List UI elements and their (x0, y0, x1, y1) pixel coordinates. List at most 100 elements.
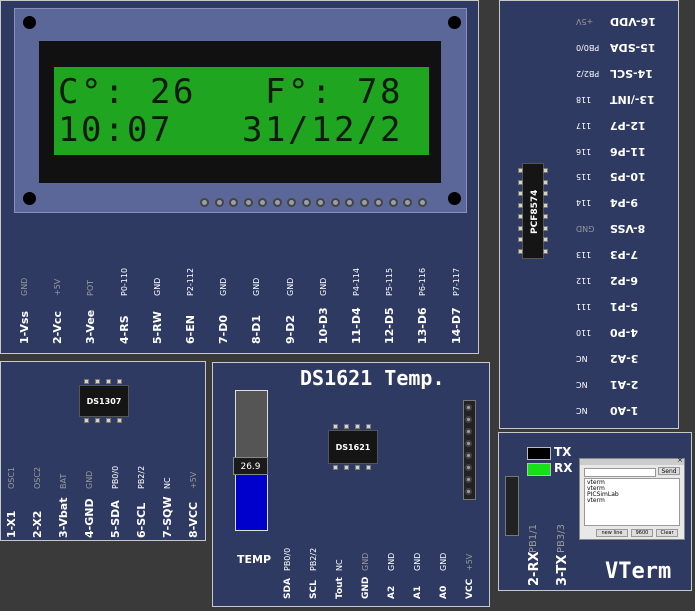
header-pin (200, 198, 209, 207)
lcd-pin-name: 13-D6 (416, 307, 430, 344)
header-pin (465, 476, 472, 483)
lcd-pin-signal: P0-110 (119, 267, 129, 296)
chip-leg (95, 418, 100, 423)
vterm-button[interactable]: Clear (656, 529, 678, 537)
vterm-pin-signal: PB1/1 (528, 524, 539, 553)
chip-leg (117, 379, 122, 384)
rtc-pin-signal: PB2/2 (137, 465, 146, 489)
lcd-board: C°: 26 F°: 78 10:07 31/12/2 1-Vss GND 2-Vc… (0, 0, 479, 354)
lcd-line-2: 10:07 31/12/2 (58, 111, 426, 149)
lcd-pin-signal: GND (20, 277, 29, 296)
pcf-pin-signal: 110 (576, 327, 592, 337)
chip-body: PCF8574 (522, 163, 544, 259)
ds1307-board: DS1307 1-X1 OSC1 2-X2 OSC2 3-Vbat BAT 4-GND GND… (0, 361, 206, 541)
lcd-char: 1 (311, 110, 332, 150)
pcf-pin-signal: NC (576, 379, 588, 389)
lcd-pin-signal: +5V (53, 278, 63, 296)
temp-pin-signal: GND (361, 552, 370, 571)
board-title: DS1621 Temp. (300, 366, 445, 390)
rtc-pin-signal: BAT (59, 473, 68, 489)
chip-leg (518, 237, 523, 242)
vterm-send-button[interactable]: Send (658, 467, 680, 475)
vterm-pin-signal: PB3/3 (556, 524, 567, 553)
ds1621-pin-header (463, 400, 476, 500)
rtc-pin-signal: OSC1 (7, 466, 16, 489)
vterm-title: VTerm (605, 559, 672, 584)
pcf-pin-signal: 117 (576, 120, 592, 130)
pcf-pin-signal: PB0/0 (576, 42, 600, 52)
pcf-pin-signal: 112 (576, 276, 592, 285)
chip-leg (366, 465, 371, 470)
lcd-char: 2 (380, 110, 401, 150)
lcd-pin-name: 9-D2 (283, 314, 297, 344)
pcf-pin-signal: 111 (576, 301, 592, 311)
temperature-label: TEMP (237, 553, 272, 566)
close-icon[interactable]: × (677, 456, 683, 464)
pcf-pin-signal: 114 (576, 198, 592, 208)
mount-hole (448, 16, 461, 29)
lcd-pin-name: 11-D4 (350, 307, 363, 344)
ds1307-chip: DS1307 (79, 379, 129, 423)
temp-pin-name: A0 (439, 585, 449, 599)
chip-leg (543, 179, 548, 185)
chip-leg (518, 225, 523, 231)
lcd-pin-name: 12-D5 (383, 307, 397, 344)
chip-leg (366, 424, 371, 429)
temp-pin-name: Tout (335, 577, 345, 599)
rtc-pin-name: 3-Vbat (57, 497, 70, 539)
chip-label: PCF8574 (530, 189, 540, 234)
lcd-char: F (265, 72, 286, 112)
chip-leg (117, 418, 122, 423)
chip-leg (355, 465, 360, 470)
chip-leg (106, 379, 111, 384)
lcd-pin-name: 5-RW (150, 311, 164, 344)
header-pin (465, 488, 472, 495)
lcd-pin-signal: P5-115 (385, 267, 395, 296)
temp-pin-signal: NC (335, 559, 344, 571)
pcf-pin-signal: 116 (576, 146, 592, 156)
vterm-button[interactable]: new line (596, 529, 628, 537)
tx-label: TX (554, 445, 572, 459)
rtc-pin-name: 4-GND (83, 498, 96, 538)
header-pin (229, 198, 238, 207)
temperature-slider[interactable]: 26.9 (233, 390, 268, 531)
chip-leg (543, 225, 548, 231)
header-pin (272, 198, 282, 207)
vterm-send-input[interactable] (584, 468, 656, 477)
ds1621-board: DS1621 Temp. 26.9 TEMP DS1621 SDA PB0/0 SC… (212, 362, 490, 607)
rtc-pin-signal: OSC2 (33, 466, 42, 489)
vterm-button[interactable]: 9600 (631, 529, 653, 537)
lcd-pin-name: 7-D0 (217, 314, 231, 344)
rx-led (527, 463, 551, 476)
temperature-level-fill (236, 467, 267, 530)
chip-leg (333, 465, 338, 470)
lcd-char: ° (81, 72, 102, 112)
mount-hole (23, 16, 36, 29)
pcf-pin-signal: 115 (576, 172, 592, 182)
vterm-line: vterm (587, 497, 605, 504)
lcd-char: 2 (334, 110, 355, 150)
temp-pin-name: SCL (309, 580, 319, 599)
lcd-char: : (104, 72, 125, 112)
lcd-pin-signal: P2-112 (186, 267, 195, 296)
vterm-window[interactable]: × Send vterm vterm PICSimLab vterm new line… (579, 456, 685, 540)
chip-leg (543, 248, 548, 254)
chip-leg (543, 214, 548, 219)
lcd-line-1: C°: 26 F°: 78 (58, 73, 426, 111)
lcd-pin-name: 14-D7 (449, 307, 463, 344)
lcd-char: 1 (58, 110, 79, 150)
lcd-pin-name: 6-EN (184, 315, 197, 344)
header-pin (465, 404, 472, 411)
chip-body: DS1307 (79, 385, 129, 417)
header-pin (465, 464, 472, 471)
lcd-char: 1 (265, 110, 286, 150)
rtc-pin-signal: PB0/0 (111, 465, 120, 489)
chip-leg (518, 248, 523, 254)
lcd-char: 0 (127, 110, 148, 150)
lcd-char: 3 (242, 110, 263, 150)
lcd-char: / (357, 110, 378, 150)
temp-pin-name: A1 (413, 585, 423, 599)
ds1621-chip: DS1621 (328, 424, 378, 470)
lcd-char: C (58, 72, 79, 112)
lcd-char: 8 (380, 72, 401, 112)
